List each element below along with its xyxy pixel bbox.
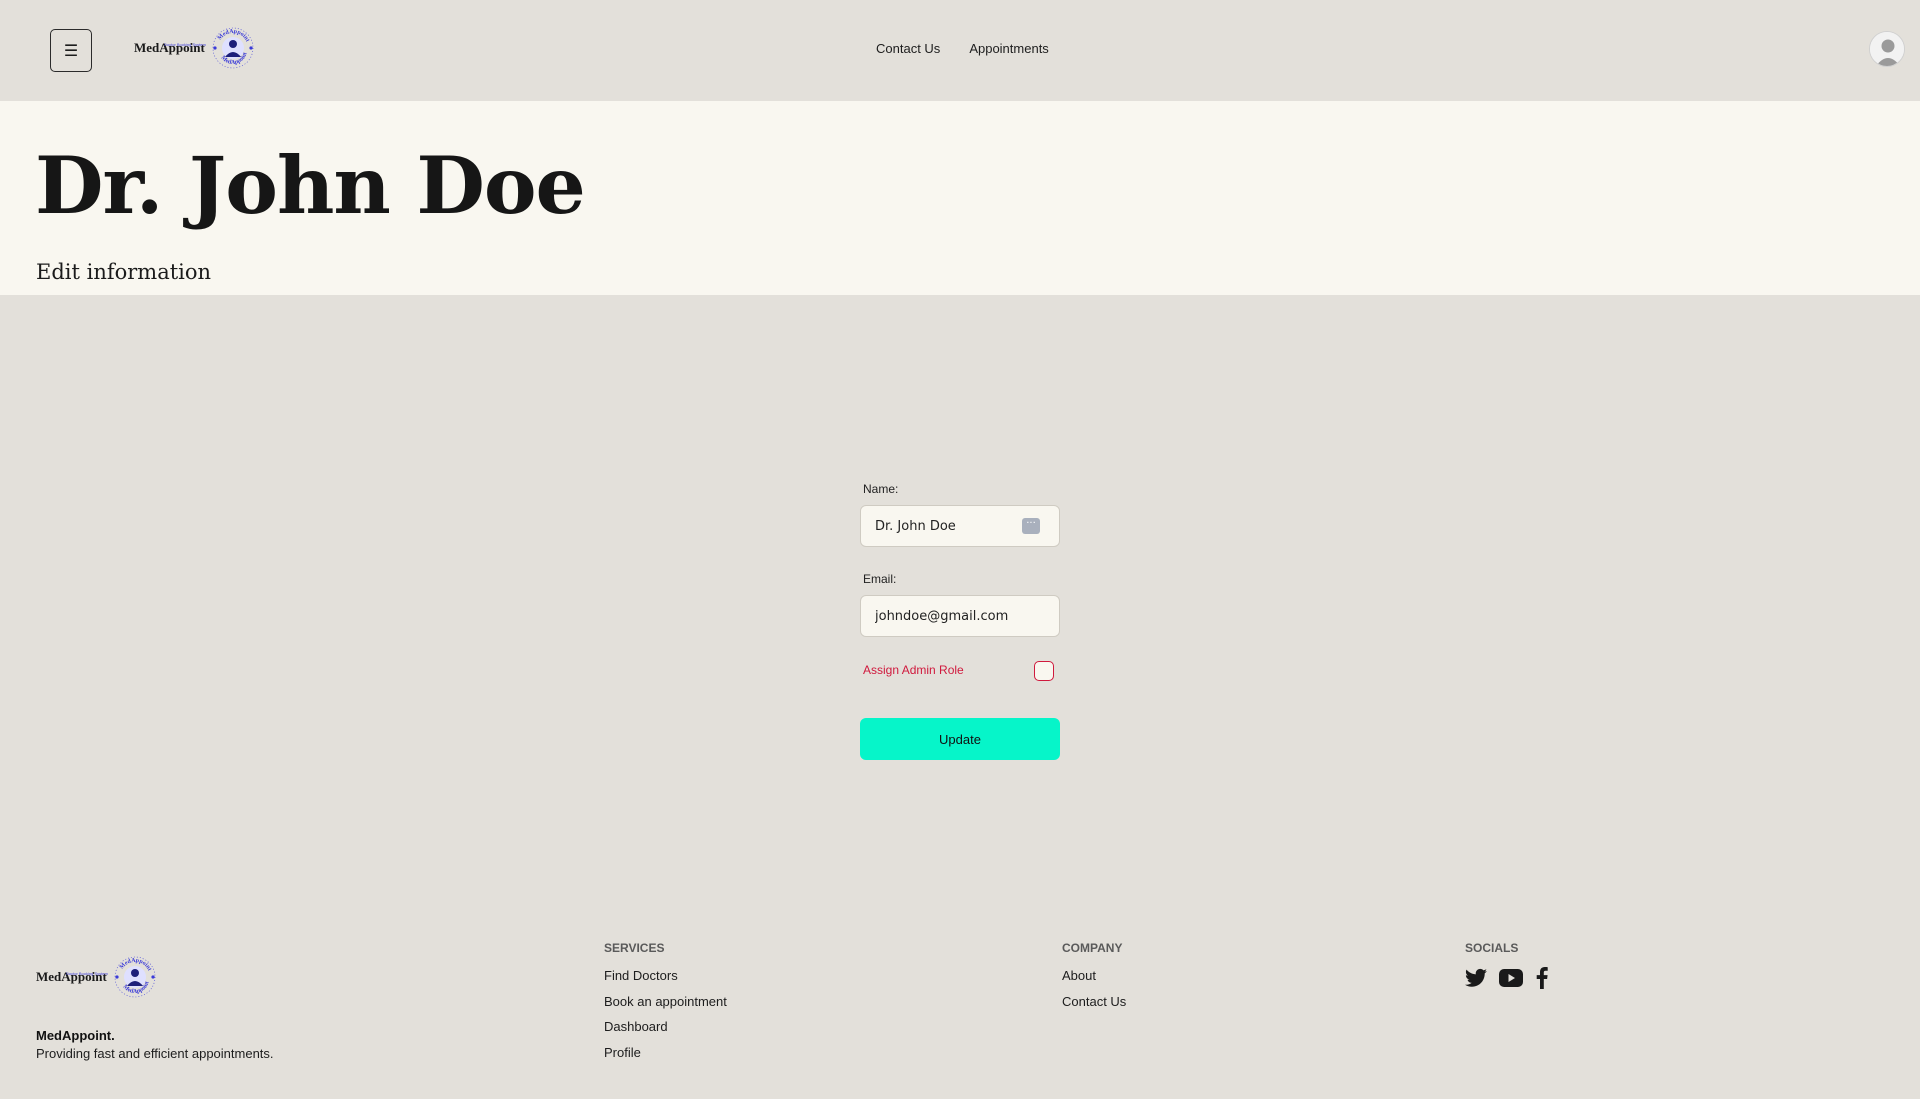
footer-socials-title: SOCIALS: [1465, 941, 1519, 955]
doctor-logo-icon: MedAppoint MedAppoint: [114, 956, 156, 998]
youtube-icon[interactable]: [1499, 969, 1523, 992]
page-title: Dr. John Doe: [35, 139, 586, 232]
social-links: [1465, 967, 1549, 994]
hamburger-icon: ☰: [63, 41, 79, 60]
footer-services-title: SERVICES: [604, 941, 665, 955]
email-input[interactable]: [860, 595, 1060, 637]
footer-brand-name: MedAppoint.: [36, 1028, 115, 1043]
footer-logo-tagline: Doctor Booking System: [66, 971, 108, 976]
admin-role-checkbox[interactable]: [1034, 661, 1054, 681]
footer-link-about[interactable]: About: [1062, 968, 1096, 983]
footer-link-profile[interactable]: Profile: [604, 1045, 641, 1060]
footer-logo[interactable]: MedAppoint Doctor Booking System MedAppo…: [36, 955, 157, 999]
main-nav: Contact Us Appointments: [876, 41, 1049, 56]
doctor-logo-icon: MedAppoint MedAppoint: [212, 27, 254, 69]
twitter-icon[interactable]: [1465, 968, 1487, 993]
footer-socials: SOCIALS: [1465, 941, 1549, 994]
admin-role-label: Assign Admin Role: [863, 663, 964, 677]
footer-company-title: COMPANY: [1062, 941, 1123, 955]
page-hero: Dr. John Doe Edit information: [0, 101, 1920, 295]
nav-appointments[interactable]: Appointments: [969, 41, 1049, 56]
top-header: ☰ MedAppoint Doctor Booking System MedAp…: [0, 0, 1920, 101]
footer-link-contact-us[interactable]: Contact Us: [1062, 994, 1126, 1009]
footer-services: SERVICES Find Doctors Book an appointmen…: [604, 941, 727, 1069]
footer-link-book-appointment[interactable]: Book an appointment: [604, 994, 727, 1009]
name-label: Name:: [863, 482, 899, 496]
nav-contact-us[interactable]: Contact Us: [876, 41, 940, 56]
facebook-icon[interactable]: [1535, 967, 1549, 994]
header-logo[interactable]: MedAppoint Doctor Booking System MedAppo…: [134, 26, 255, 70]
user-avatar[interactable]: [1869, 31, 1905, 67]
footer-brand-description: Providing fast and efficient appointment…: [36, 1046, 274, 1061]
footer-link-dashboard[interactable]: Dashboard: [604, 1019, 668, 1034]
page-subtitle: Edit information: [36, 260, 212, 284]
update-button[interactable]: Update: [860, 718, 1060, 760]
password-manager-icon[interactable]: ···: [1022, 518, 1040, 534]
user-avatar-icon: [1870, 32, 1904, 66]
menu-button[interactable]: ☰: [50, 29, 92, 72]
email-label: Email:: [863, 572, 897, 586]
footer-company: COMPANY About Contact Us: [1062, 941, 1126, 1018]
footer-link-find-doctors[interactable]: Find Doctors: [604, 968, 678, 983]
logo-tagline: Doctor Booking System: [164, 42, 206, 47]
